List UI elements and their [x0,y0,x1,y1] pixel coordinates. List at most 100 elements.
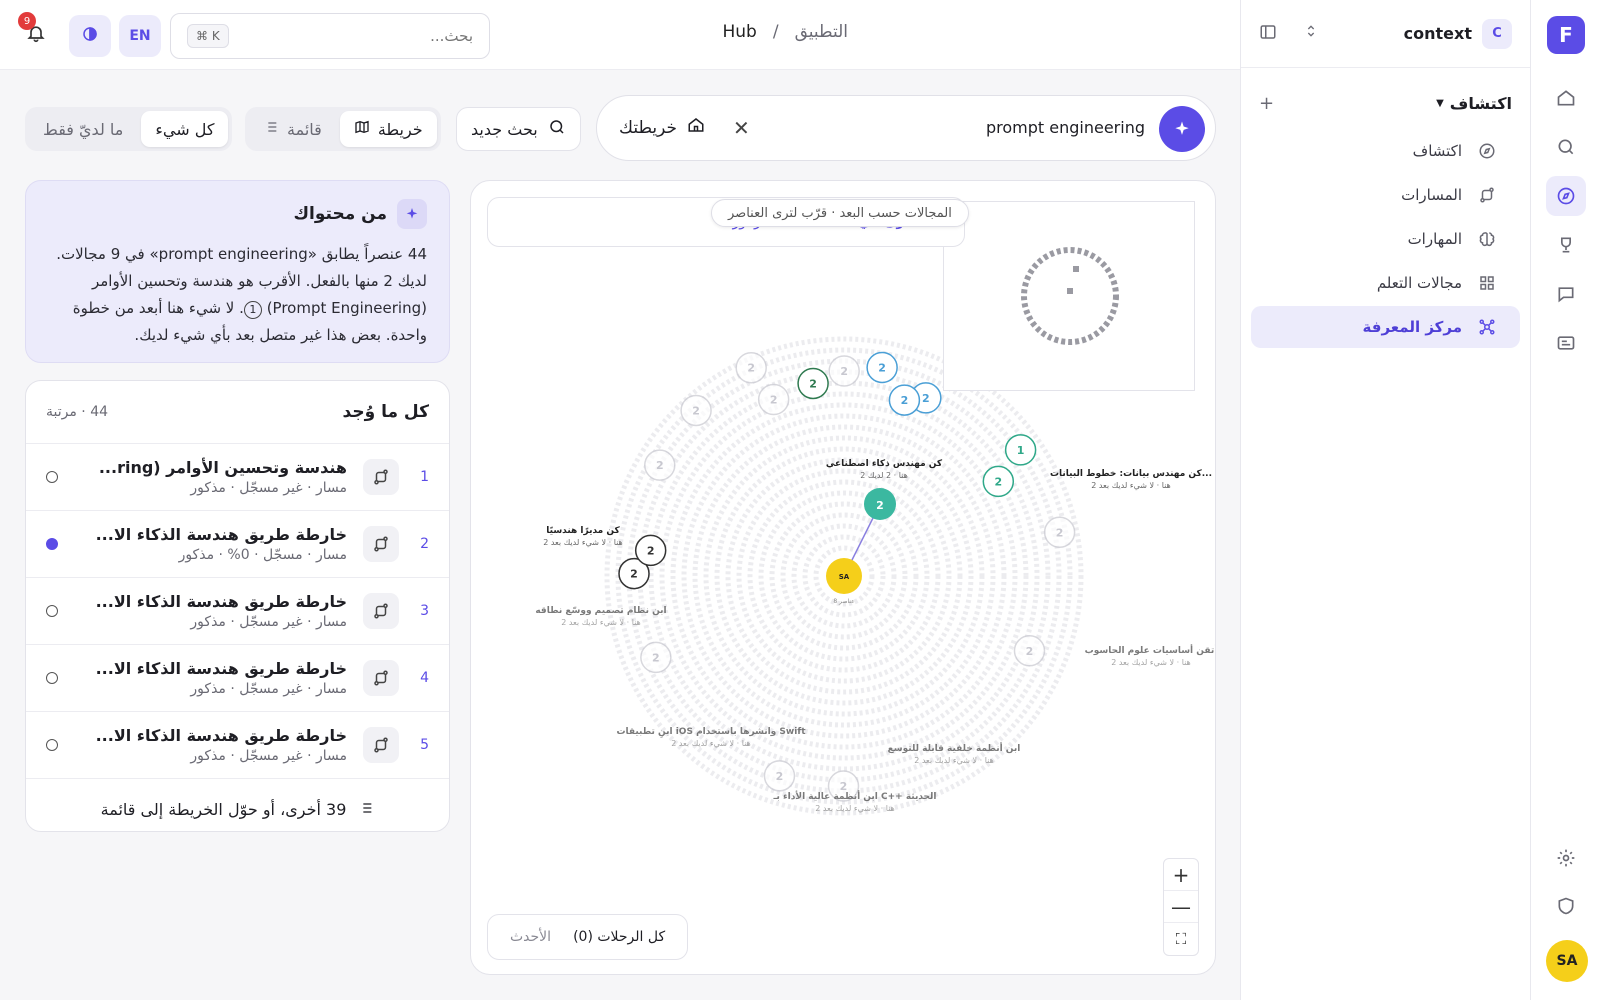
theme-toggle-button[interactable] [69,15,111,57]
result-row[interactable]: 2 خارطة طريق هندسة الذكاء الا... مسار · م… [26,510,449,577]
app-logo[interactable]: F [1547,16,1585,54]
icon-rail: F SA [1530,0,1600,1000]
workspace-title[interactable]: context [1404,24,1472,43]
zoom-out-button[interactable]: — [1164,891,1198,923]
cluster-label: ابن أنظمة عالية الأداء بـ C++ الحديثة [772,790,936,802]
view-list-label: قائمة [287,119,322,139]
plus-icon[interactable]: + [1259,93,1274,114]
compass-icon[interactable] [1546,176,1586,216]
graph-node-label: 2 [901,394,909,407]
zoom-in-button[interactable]: + [1164,859,1198,891]
result-row[interactable]: 5 خارطة طريق هندسة الذكاء الا... مسار · غ… [26,711,449,778]
cluster-label: ابن نظام تصميم ووسّع نطاقه [535,606,666,616]
result-title: خارطة طريق هندسة الذكاء الا... [95,525,347,544]
view-map[interactable]: خريطة [339,111,437,147]
summary-line: (Prompt Engineering) 1. لا شيء هنا أبعد … [48,295,427,322]
search-input[interactable] [228,27,473,45]
your-map-button[interactable]: خريطتك [619,116,705,139]
summary-term[interactable]: (Prompt Engineering) [267,299,427,317]
results-more-link[interactable]: 39 أخرى، أو حوّل الخريطة إلى قائمة [26,778,449,840]
view-list[interactable]: قائمة [249,111,336,147]
sidebar-item-skills[interactable]: المهارات [1251,218,1520,260]
summary-line: 44 عنصراً يطابق «prompt engineering» في … [56,245,427,263]
journeys-all[interactable]: كل الرحلات (0) [573,929,665,945]
user-avatar[interactable]: SA [1546,940,1588,982]
cluster-label: كن مهندس ذكاء اصطناعي [826,459,943,469]
result-select-radio[interactable] [46,672,58,684]
new-search-button[interactable]: بحث جديد [456,107,581,151]
chat-icon[interactable] [1546,274,1586,314]
graph-node-label: 2 [652,651,660,664]
network-icon [1476,318,1496,336]
trophy-icon[interactable] [1546,225,1586,265]
result-row[interactable]: 4 خارطة طريق هندسة الذكاء الا... مسار · غ… [26,644,449,711]
sidebar-item-learning-areas[interactable]: مجالات التعلم [1251,262,1520,304]
top-bar: 9 EN ⌘ K التطبيق / Hub [0,0,1240,70]
compass-icon [1476,142,1496,160]
summary-line-rest: . لا شيء هنا أبعد من خطوة [72,299,244,317]
results-panel: كل ما وُجد 44 · مرتبة 1 هندسة وتحسين الأ… [25,380,450,832]
cluster-sub: 2 هنا · لا شيء لديك بعد [815,804,895,813]
list-icon [358,800,374,820]
summary-line: لديك 2 منها بالفعل. الأقرب هو هندسة وتحس… [91,272,427,290]
language-button[interactable]: EN [119,15,161,57]
cluster-label: كن مديرًا هندسيًا [546,526,620,536]
global-search[interactable]: ⌘ K [170,13,490,59]
result-select-radio[interactable] [46,538,58,550]
view-switch: قائمة خريطة [245,107,441,151]
id-card-icon[interactable] [1546,323,1586,363]
breadcrumb-root[interactable]: التطبيق [795,22,848,42]
map-panel: 2 1 2 2 2 2 2 2 2 2 2 2 2 2 2 2 2 2 2 SA 8 عناصر كن مهندس ذكا… [470,180,1216,975]
search-shortcut: ⌘ K [187,24,229,48]
result-select-radio[interactable] [46,605,58,617]
caret-down-icon: ▼ [1436,97,1444,109]
result-title: خارطة طريق هندسة الذكاء الا... [95,659,347,678]
brain-icon [1476,230,1496,248]
scope-switch: ما لديّ فقط كل شيء [25,107,233,151]
section-discover[interactable]: اكتشاف ▼ + [1241,78,1530,128]
result-select-radio[interactable] [46,739,58,751]
result-title: خارطة طريق هندسة الذكاء الا... [95,726,347,745]
sidebar-item-discover[interactable]: اكتشاف [1251,130,1520,172]
cluster-label: أتقن أساسيات علوم الحاسوب [1085,644,1216,656]
scope-everything[interactable]: كل شيء [141,111,229,147]
minimap[interactable] [943,201,1195,391]
sidebar-item-label: المسارات [1401,186,1462,204]
cluster-sub: 2 هنا · 2 لديك [860,471,908,480]
graph-node-label: 2 [656,459,664,472]
shield-icon[interactable] [1546,886,1586,926]
view-map-label: خريطة [377,119,423,139]
route-icon [363,526,399,562]
result-title: هندسة وتحسين الأوامر (ring... [98,458,347,477]
result-row[interactable]: 1 هندسة وتحسين الأوامر (ring... مسار · غي… [26,443,449,510]
sidebar-item-label: مجالات التعلم [1376,274,1462,292]
sidebar-item-label: المهارات [1407,230,1462,248]
cluster-sub: 2 هنا · لا شيء لديك بعد [543,538,623,547]
result-meta: مسار · غير مسجّل · مذكور [190,681,347,697]
search-icon[interactable] [1546,127,1586,167]
summary-title: من محتواك [293,204,387,224]
map-icon [354,119,370,139]
result-select-radio[interactable] [46,471,58,483]
result-row[interactable]: 3 خارطة طريق هندسة الذكاء الا... مسار · غ… [26,577,449,644]
chevron-updown-icon[interactable] [1303,23,1319,45]
result-meta: مسار · غير مسجّل · مذكور [190,480,347,496]
fit-view-button[interactable]: ⛶ [1164,923,1198,955]
journeys-latest[interactable]: الأحدث [510,929,551,945]
gear-icon[interactable] [1546,838,1586,878]
sidebar-item-paths[interactable]: المسارات [1251,174,1520,216]
scope-mine-only[interactable]: ما لديّ فقط [29,111,137,147]
query-text[interactable]: prompt engineering [986,118,1145,137]
sparkle-icon[interactable] [1159,106,1205,152]
sidebar-toggle-icon[interactable] [1259,23,1277,45]
close-icon[interactable]: ✕ [733,116,750,140]
center-node-sub: 8 عناصر [833,598,854,605]
graph-node-label: 2 [630,568,638,581]
sidebar-item-knowledge-hub[interactable]: مركز المعرفة [1251,306,1520,348]
graph-node-label: 2 [878,361,886,374]
home-icon[interactable] [1546,78,1586,118]
sidebar-item-label: مركز المعرفة [1362,318,1462,336]
route-icon [363,727,399,763]
graph-node-label: 2 [747,362,755,375]
breadcrumb-separator: / [772,22,779,42]
